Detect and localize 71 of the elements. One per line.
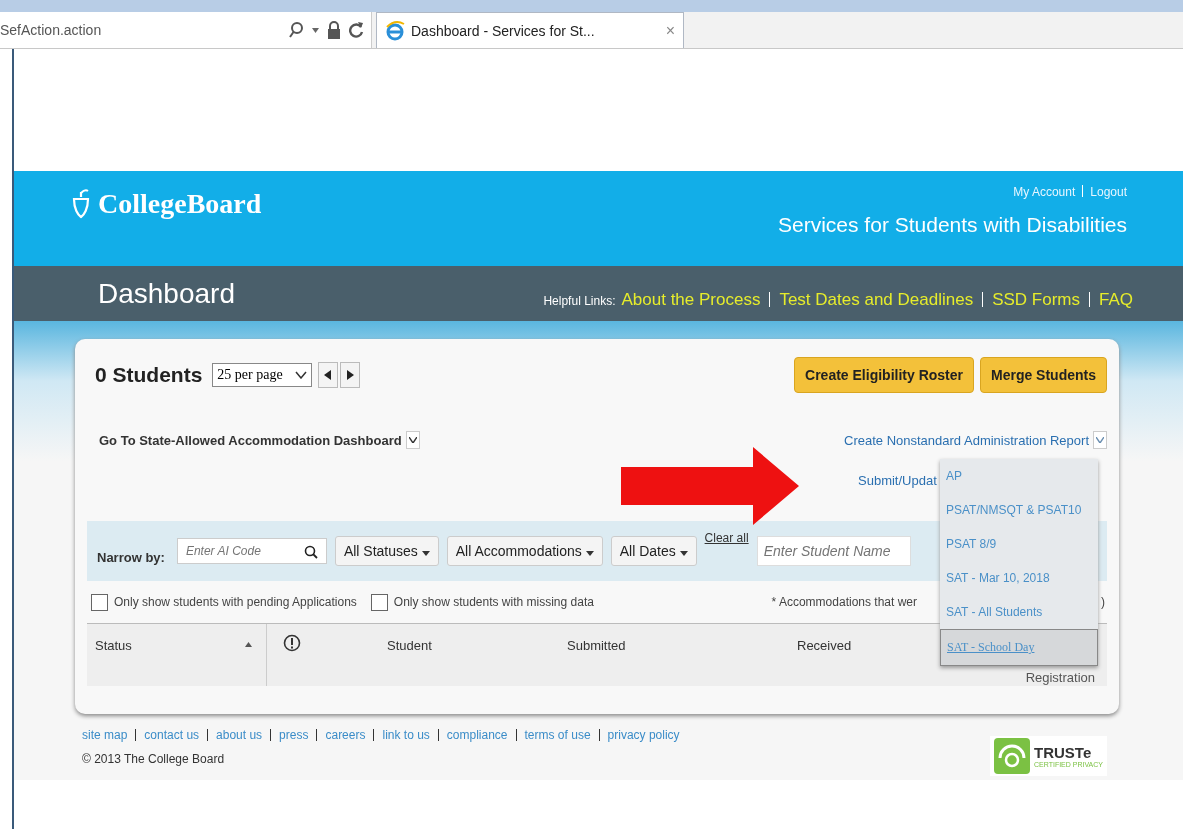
browser-logo-icon [385, 20, 405, 41]
footer-link[interactable]: terms of use [524, 728, 591, 742]
caret-icon[interactable] [312, 27, 319, 33]
student-count: 0 Students [95, 363, 203, 387]
checkbox-label: Only show students with pending Applications [114, 595, 357, 609]
toggle-icon[interactable] [405, 431, 420, 449]
menu-item[interactable]: AP [940, 459, 1098, 493]
helpful-link[interactable]: Test Dates and Deadlines [779, 289, 974, 309]
checkbox[interactable] [91, 593, 108, 611]
column-header[interactable]: Student [387, 638, 432, 653]
copyright-text: © 2013 The College Board [82, 752, 226, 766]
footer-link[interactable]: compliance [446, 728, 508, 742]
chevron-icon [294, 371, 307, 379]
alert-icon [283, 634, 301, 652]
caret-icon [679, 551, 688, 556]
column-header[interactable]: Received [797, 638, 852, 653]
checkbox-label: Only show students with missing data [393, 595, 594, 609]
helpful-link[interactable]: FAQ [1099, 289, 1133, 309]
footer-link[interactable]: site map [82, 728, 128, 742]
caret-icon [585, 551, 594, 556]
column-header[interactable]: Registration [1025, 670, 1095, 685]
filter-dropdown[interactable]: All Accommodations [446, 536, 603, 566]
next-button[interactable] [339, 362, 360, 388]
badge-title: TRUSTe [1034, 744, 1093, 761]
ai-code-field[interactable]: Enter AI Code [176, 538, 327, 564]
helpful-link[interactable]: SSD Forms [992, 289, 1080, 309]
checkbox[interactable] [370, 593, 388, 611]
footer-link[interactable]: link to us [382, 728, 430, 742]
menu-item[interactable]: PSAT/NMSQT & PSAT10 [940, 493, 1098, 527]
footer-link[interactable]: careers [325, 728, 366, 742]
helpful-link[interactable]: About the Process [621, 289, 761, 309]
column-header[interactable]: Submitted [567, 638, 626, 653]
filter-dropdown[interactable]: All Dates [610, 536, 697, 566]
state-dashboard-link[interactable]: Go To State-Allowed Accommodation Dashboard [99, 432, 402, 448]
menu-item[interactable]: SAT - All Students [940, 595, 1098, 629]
action-button[interactable]: Merge Students [980, 357, 1107, 393]
site-subtitle: Services for Students with Disabilities [778, 213, 1127, 237]
left-triangle-icon [323, 370, 332, 380]
search-icon[interactable] [303, 545, 318, 559]
right-triangle-icon [345, 370, 354, 380]
tab-title: Dashboard - Services for St... [411, 22, 595, 39]
lock-icon [327, 21, 341, 39]
menu-item[interactable]: SAT - Mar 10, 2018 [940, 561, 1098, 595]
menu-item[interactable]: PSAT 8/9 [940, 527, 1098, 561]
student-name-field[interactable]: Enter Student Name [756, 536, 911, 566]
caret-icon [421, 551, 430, 556]
filter-dropdown[interactable]: All Statuses [334, 536, 439, 566]
note-text: ) [1101, 595, 1105, 609]
toggle-icon[interactable] [1093, 431, 1107, 449]
footer-link[interactable]: privacy policy [607, 728, 680, 742]
badge-logo-icon [994, 738, 1030, 774]
report-link[interactable]: Create Nonstandard Administration Report [844, 432, 1089, 448]
refresh-icon[interactable] [349, 21, 365, 39]
footer-link[interactable]: contact us [144, 728, 200, 742]
clear-all-link[interactable]: Clear all [704, 531, 749, 545]
action-button[interactable]: Create Eligibility Roster [794, 357, 974, 393]
previous-button[interactable] [317, 362, 338, 388]
search-icon[interactable] [288, 21, 304, 39]
footer-link[interactable]: press [279, 728, 309, 742]
close-button[interactable]: × [665, 21, 675, 40]
submit-link[interactable]: Submit/Updat [858, 473, 937, 488]
browser-tab[interactable]: Dashboard - Services for St... × [376, 12, 684, 48]
per-page-select[interactable]: 25 per page [212, 363, 312, 387]
note-text: * Accommodations that wer [771, 595, 917, 609]
helpful-links-label: Helpful Links: [543, 293, 616, 308]
sort-icon[interactable] [245, 642, 252, 647]
filter-label: Narrow by: [97, 548, 165, 565]
footer-link[interactable]: about us [216, 728, 263, 742]
acorn-icon [70, 189, 92, 219]
column-header[interactable]: Status [95, 638, 132, 653]
page-title: Dashboard [98, 277, 235, 310]
